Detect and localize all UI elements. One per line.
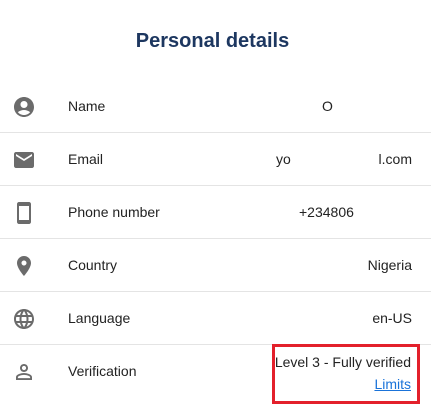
- detail-row-email: Email yo l.com: [0, 133, 431, 186]
- detail-row-country: Country Nigeria: [0, 239, 431, 292]
- phone-value: +234806: [299, 204, 354, 220]
- limits-link[interactable]: Limits: [374, 376, 411, 392]
- country-value: Nigeria: [367, 257, 412, 273]
- person-outline-icon: [12, 360, 36, 384]
- email-icon: [12, 148, 36, 172]
- detail-row-language: Language en-US: [0, 292, 431, 345]
- personal-details-list: Name O Email yo l.com Phone number +2348…: [0, 80, 431, 409]
- name-label: Name: [68, 98, 106, 114]
- verification-status: Level 3 - Fully verified: [274, 354, 411, 370]
- language-label: Language: [68, 310, 131, 326]
- verification-label: Verification: [68, 363, 137, 379]
- globe-icon: [12, 307, 36, 331]
- page-title: Personal details: [135, 30, 290, 52]
- smartphone-icon: [12, 201, 36, 225]
- account-circle-icon: [12, 95, 36, 119]
- country-label: Country: [68, 257, 118, 273]
- email-label: Email: [68, 151, 104, 167]
- name-value: O: [322, 98, 333, 114]
- verification-highlight-box: Level 3 - Fully verified Limits: [272, 344, 420, 404]
- language-value: en-US: [372, 310, 412, 326]
- detail-row-name: Name O: [0, 80, 431, 133]
- email-value-start: yo: [276, 151, 291, 167]
- phone-label: Phone number: [68, 204, 160, 220]
- location-pin-icon: [12, 254, 36, 278]
- email-value-end: l.com: [378, 151, 412, 167]
- detail-row-verification: Verification Level 3 - Fully verified Li…: [0, 344, 431, 409]
- detail-row-phone: Phone number +234806: [0, 186, 431, 239]
